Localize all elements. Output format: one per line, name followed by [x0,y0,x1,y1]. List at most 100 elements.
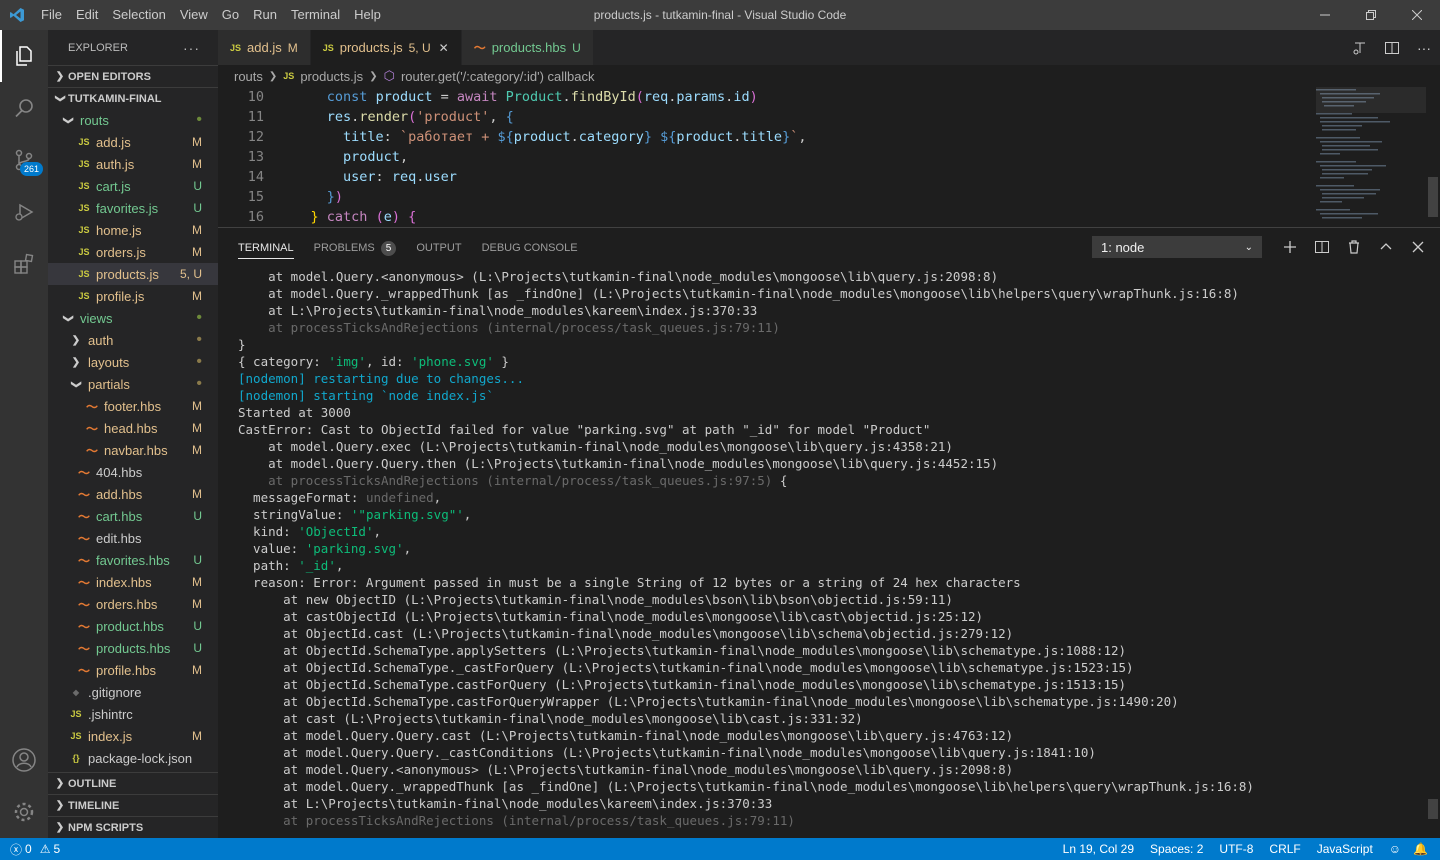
file-item[interactable]: JS favorites.js U [48,197,218,219]
git-status-badge: • [196,309,202,326]
terminal-select[interactable]: 1: node ⌄ [1092,236,1262,258]
code-editor[interactable]: 10 const product = await Product.findByI… [218,87,1440,227]
open-editors-section[interactable]: ❯ OPEN EDITORS [48,65,218,87]
menu-item-go[interactable]: Go [215,0,246,30]
npm-scripts-section[interactable]: ❯ NPM SCRIPTS [48,816,218,838]
file-item[interactable]: JS auth.js M [48,153,218,175]
file-item[interactable]: 〜 head.hbs M [48,417,218,439]
feedback-icon[interactable]: ☺ [1389,842,1401,856]
file-item[interactable]: 〜 index.hbs M [48,571,218,593]
file-item[interactable]: 〜 navbar.hbs M [48,439,218,461]
tab-problems[interactable]: PROBLEMS 5 [314,228,397,268]
split-terminal-icon[interactable] [1306,236,1338,258]
tab-products-js[interactable]: JS products.js 5, U ✕ [310,30,462,65]
search-icon[interactable] [0,82,48,134]
timeline-section[interactable]: ❯ TIMELINE [48,794,218,816]
indentation[interactable]: Spaces: 2 [1150,842,1203,856]
menu-item-edit[interactable]: Edit [69,0,105,30]
file-item[interactable]: 〜 footer.hbs M [48,395,218,417]
breadcrumb-symbol[interactable]: router.get('/:category/:id') callback [401,69,595,84]
source-control-icon[interactable]: 261 [0,134,48,186]
tab-output[interactable]: OUTPUT [416,228,461,268]
explorer-icon[interactable] [0,30,48,82]
file-item[interactable]: 〜 orders.hbs M [48,593,218,615]
file-item[interactable]: 〜 cart.hbs U [48,505,218,527]
language-mode[interactable]: JavaScript [1317,842,1373,856]
menu-item-run[interactable]: Run [246,0,284,30]
folder-item[interactable]: ❯ auth • [48,329,218,351]
menu-item-help[interactable]: Help [347,0,388,30]
file-item[interactable]: JS add.js M [48,131,218,153]
file-item[interactable]: ◆ .gitignore [48,681,218,703]
project-section[interactable]: ❯ TUTKAMIN-FINAL [48,87,218,109]
file-label: layouts [88,354,130,370]
file-item[interactable]: {} package-lock.json [48,747,218,769]
cursor-position[interactable]: Ln 19, Col 29 [1063,842,1134,856]
breadcrumb-folder[interactable]: routs [234,69,263,84]
restore-icon[interactable] [1348,0,1394,30]
eol[interactable]: CRLF [1269,842,1300,856]
file-item[interactable]: 〜 add.hbs M [48,483,218,505]
git-status-badge: M [192,421,202,435]
more-actions-icon[interactable]: ··· [1408,40,1440,56]
tab-products-hbs[interactable]: 〜 products.hbs U [461,30,594,65]
outline-section[interactable]: ❯ OUTLINE [48,772,218,794]
file-label: package-lock.json [88,750,193,766]
tab-label: products.hbs [491,40,567,55]
terminal-line: at ObjectId.SchemaType.castForQuery (L:\… [238,677,1127,692]
file-item[interactable]: 〜 favorites.hbs U [48,549,218,571]
accounts-icon[interactable] [0,734,48,786]
file-item[interactable]: JS products.js 5, U [48,263,218,285]
file-item[interactable]: JS cart.js U [48,175,218,197]
file-item[interactable]: 〜 products.hbs U [48,637,218,659]
menu-item-selection[interactable]: Selection [105,0,172,30]
folder-item[interactable]: ❯ routs • [48,109,218,131]
scrollbar-thumb[interactable] [1428,799,1438,819]
file-item[interactable]: 〜 edit.hbs [48,527,218,549]
menu-item-terminal[interactable]: Terminal [284,0,347,30]
folder-item[interactable]: ❯ layouts • [48,351,218,373]
tab-add-js[interactable]: JS add.js M [218,30,311,65]
file-item[interactable]: JS profile.js M [48,285,218,307]
extensions-icon[interactable] [0,238,48,290]
file-item[interactable]: JS orders.js M [48,241,218,263]
file-item[interactable]: 〜 404.hbs [48,461,218,483]
settings-gear-icon[interactable] [0,786,48,838]
close-panel-icon[interactable] [1402,236,1434,258]
run-debug-icon[interactable] [0,186,48,238]
compare-changes-icon[interactable] [1344,40,1376,56]
scrollbar-thumb[interactable] [1428,177,1438,217]
more-actions-icon[interactable]: ··· [183,40,200,56]
split-editor-icon[interactable] [1376,40,1408,56]
file-item[interactable]: JS home.js M [48,219,218,241]
problems-status[interactable]: ⓧ 0 ⚠ 5 [0,841,60,858]
folder-item[interactable]: ❯ views • [48,307,218,329]
menu-item-file[interactable]: File [34,0,69,30]
tab-debug-console[interactable]: DEBUG CONSOLE [482,228,578,268]
handlebars-file-icon: 〜 [77,487,90,502]
editor-scrollbar[interactable] [1426,87,1440,227]
notifications-bell-icon[interactable]: 🔔 [1413,842,1428,856]
file-item[interactable]: JS index.js M [48,725,218,747]
new-terminal-icon[interactable] [1274,236,1306,258]
menu-item-view[interactable]: View [173,0,215,30]
minimap[interactable] [1316,87,1426,227]
file-label: favorites.js [96,200,159,216]
file-item[interactable]: 〜 product.hbs U [48,615,218,637]
file-item[interactable]: JS .jshintrc [48,703,218,725]
trash-icon[interactable] [1338,236,1370,258]
encoding[interactable]: UTF-8 [1219,842,1253,856]
file-label: profile.hbs [96,662,156,678]
tab-terminal[interactable]: TERMINAL [238,237,294,259]
maximize-panel-icon[interactable] [1370,236,1402,258]
close-icon[interactable] [1394,0,1440,30]
close-tab-icon[interactable]: ✕ [439,41,449,55]
code-line: 12 title: `работает + ${product.category… [218,127,1440,147]
minimize-icon[interactable] [1302,0,1348,30]
file-label: auth [88,332,114,348]
terminal-scrollbar[interactable] [1426,268,1440,839]
breadcrumb-file[interactable]: products.js [300,69,363,84]
terminal-output[interactable]: at model.Query.<anonymous> (L:\Projects\… [218,268,1440,839]
file-item[interactable]: 〜 profile.hbs M [48,659,218,681]
folder-item[interactable]: ❯ partials • [48,373,218,395]
